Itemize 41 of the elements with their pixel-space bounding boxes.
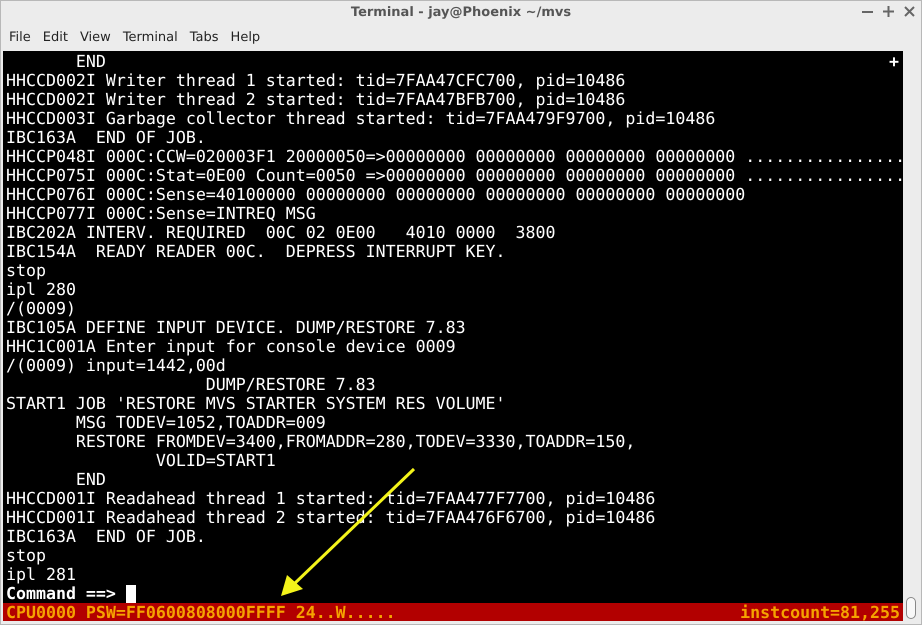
terminal-line: ipl 280 [5,280,76,299]
terminal-line: END [74,52,106,71]
menu-item[interactable]: Terminal [116,28,184,48]
terminal-line: IBC202A INTERV. REQUIRED 00C 02 0E00 4010 0000 3800 [5,223,556,242]
corner-mark: + [889,52,899,71]
window-title: Terminal - jay@Phoenix ~/mvs [350,4,572,22]
terminal-line: HHCCP077I 000C:Sense=INTREQ MSG [5,204,316,223]
close-icon[interactable] [904,6,915,17]
terminal-line: HHCCD001I Readahead thread 1 started: tid=7FAA477F7700, pid=10486 [5,489,656,508]
terminal-line: HHCCP048I 000C:CCW=020003F1 20000050=>00000000 00000000 00000000 00000000 ................ [5,147,903,166]
status-text: CPU0000 PSW=FF0600808000FFFF 24..W..... [6,603,396,621]
terminal-line: /(0009) [5,299,76,318]
terminal-line: HHCCD002I Writer thread 1 started: tid=7FAA47CFC700, pid=10486 [5,71,626,90]
terminal-line: HHC1C001A Enter input for console device 0009 [5,337,456,356]
terminal-line: IBC163A END OF JOB. [5,527,206,546]
terminal-line: START1 JOB 'RESTORE MVS STARTER SYSTEM RES VOLUME' [5,394,506,413]
terminal-line: stop [5,261,46,280]
terminal-line: HHCCP076I 000C:Sense=40100000 00000000 00000000 00000000 00000000 00000000 [5,185,746,204]
menu-item[interactable]: Edit [36,28,74,48]
terminal-line: HHCCD003I Garbage collector thread started: tid=7FAA479F9700, pid=10486 [5,109,716,128]
menu-item[interactable]: Tabs [184,28,225,48]
terminal-line: IBC105A DEFINE INPUT DEVICE. DUMP/RESTORE 7.83 [5,318,466,337]
maximize-icon[interactable] [883,6,894,17]
terminal-line: DUMP/RESTORE 7.83 [204,375,376,394]
terminal-line: RESTORE FROMDEV=3400,FROMADDR=280,TODEV=3330,TOADDR=150, [74,432,636,451]
terminal-line: /(0009) input=1442,00d [5,356,226,375]
terminal-line: MSG TODEV=1052,TOADDR=009 [74,413,326,432]
scrollbar-thumb[interactable] [906,597,916,619]
terminal-line: END [74,470,106,489]
terminal-line: ipl 281 [5,565,76,584]
command-prompt: Command ==> [6,584,116,603]
menu-item[interactable]: View [74,28,117,48]
menu-item[interactable]: Help [224,28,266,48]
terminal-line: IBC154A READY READER 00C. DEPRESS INTERRUPT KEY. [5,242,506,261]
terminal-line: HHCCP075I 000C:Stat=0E00 Count=0050 =>00000000 00000000 00000000 00000000 ................ [5,166,903,185]
terminal-line: IBC163A END OF JOB. [5,128,206,147]
terminal-line: stop [5,546,46,565]
menu-item[interactable]: File [3,28,37,48]
terminal-line: VOLID=START1 [154,451,276,470]
instruction-count: instcount=81,255 [740,603,900,621]
terminal-line: HHCCD002I Writer thread 2 started: tid=7FAA47BFB700, pid=10486 [5,90,626,109]
